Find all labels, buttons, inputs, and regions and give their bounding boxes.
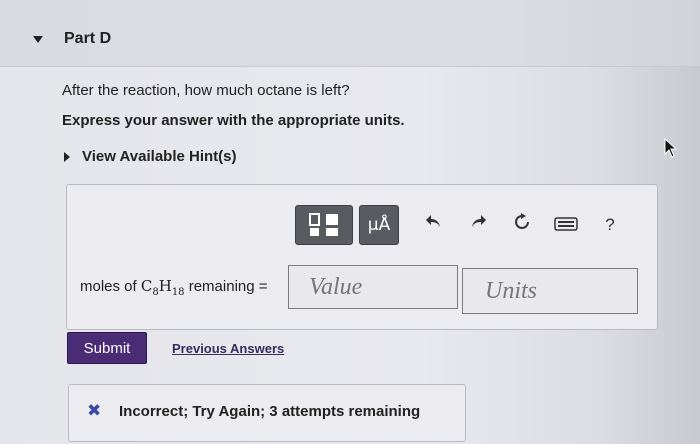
feedback-box: ✖ Incorrect; Try Again; 3 attempts remai… <box>68 384 466 442</box>
units-input[interactable] <box>462 268 638 314</box>
view-hints-toggle[interactable]: View Available Hint(s) <box>64 148 237 165</box>
answer-toolbar: μÅ ? <box>295 205 627 245</box>
part-header[interactable]: Part D <box>0 0 700 67</box>
reset-icon[interactable] <box>505 213 539 237</box>
help-icon[interactable]: ? <box>593 215 627 235</box>
submit-button[interactable]: Submit <box>67 332 147 364</box>
incorrect-x-icon: ✖ <box>87 401 102 420</box>
previous-answers-link[interactable]: Previous Answers <box>172 341 284 356</box>
label-suffix: remaining = <box>184 278 268 295</box>
templates-icon <box>309 213 338 236</box>
units-template-button[interactable]: μÅ <box>359 205 399 245</box>
undo-icon[interactable] <box>417 213 451 237</box>
label-prefix: moles of <box>80 278 141 295</box>
view-hints-label: View Available Hint(s) <box>82 148 237 165</box>
mouse-cursor-icon <box>664 138 677 158</box>
templates-button[interactable] <box>295 205 353 245</box>
instruction-text: Express your answer with the appropriate… <box>62 112 405 129</box>
part-title: Part D <box>64 30 112 47</box>
answer-label: moles of C8H18 remaining = <box>80 277 268 298</box>
question-text: After the reaction, how much octane is l… <box>62 82 350 99</box>
feedback-text: Incorrect; Try Again; 3 attempts remaini… <box>119 403 421 420</box>
formula-c: C <box>140 277 153 295</box>
value-input[interactable] <box>288 265 458 309</box>
expand-triangle-icon <box>64 151 70 162</box>
formula-h: H <box>158 277 172 295</box>
formula-h-sub: 18 <box>171 287 185 298</box>
mu-angstrom-label: μÅ <box>367 215 391 235</box>
keyboard-icon[interactable] <box>549 214 583 237</box>
redo-icon[interactable] <box>461 213 495 237</box>
answer-box: μÅ ? moles of C8H18 remaining = <box>66 184 658 330</box>
collapse-triangle-icon[interactable] <box>33 36 43 43</box>
